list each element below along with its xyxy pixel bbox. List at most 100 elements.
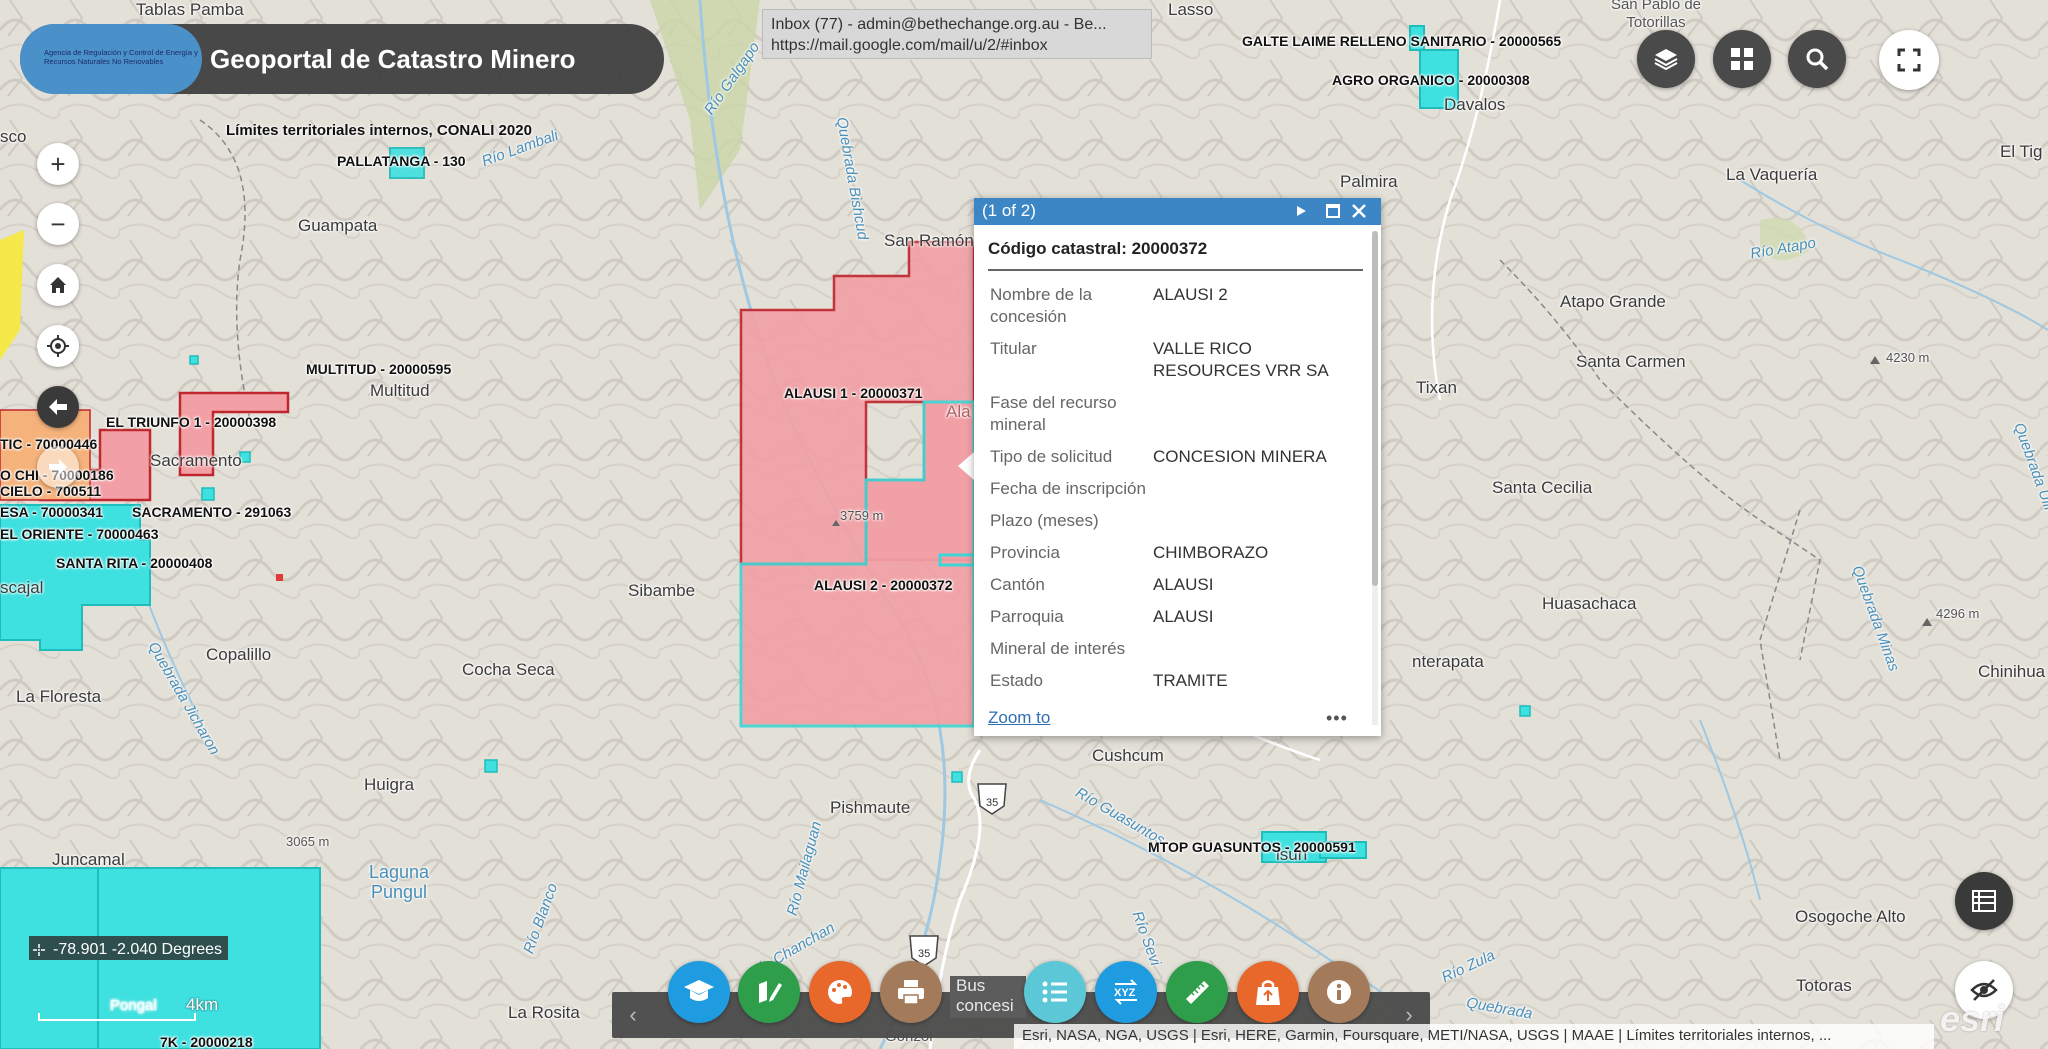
maximize-button[interactable] (1322, 200, 1344, 222)
place-label: scajal (0, 578, 44, 597)
table-icon (1972, 890, 1996, 912)
list-tool-button[interactable] (1024, 961, 1086, 1023)
attribute-value: ALAUSI (1153, 575, 1214, 594)
more-actions-button[interactable]: ••• (1326, 708, 1348, 729)
place-label: Santa Cecilia (1492, 478, 1593, 497)
place-label: San Pablo de Totorillas (1610, 0, 1702, 31)
measure-tool-button[interactable] (1166, 961, 1228, 1023)
print-tool-button[interactable] (880, 961, 942, 1023)
place-label: sco (0, 127, 27, 146)
concession-label: ESA - 70000341 (0, 504, 103, 520)
attribute-table-button[interactable] (1955, 872, 2013, 930)
attribute-key: Parroquia (990, 607, 1064, 626)
concession-label: GALTE LAIME RELLENO SANITARIO - 20000565 (1242, 33, 1562, 49)
attribute-key: Tipo de solicitud (990, 447, 1113, 466)
info-icon (1327, 980, 1351, 1004)
attribute-value (1153, 387, 1363, 441)
close-popup-button[interactable] (1348, 200, 1370, 222)
attribute-key: Nombre de la concesión (990, 285, 1093, 326)
svg-text:XYZ: XYZ (1114, 987, 1136, 999)
search-concession-broken-image[interactable]: Bus concesi (950, 976, 1026, 1018)
elevation-label: 4296 m (1936, 606, 1980, 621)
xyz-coordinates-icon: XYZ (1114, 979, 1138, 1005)
place-label: Chinihua (1978, 662, 2046, 681)
attribute-key: Cantón (990, 575, 1045, 594)
agency-logo[interactable]: Agencia de Regulación y Control de Energ… (20, 24, 202, 94)
bag-export-icon (1256, 980, 1280, 1005)
attribute-row: Estado TRAMITE (990, 665, 1369, 697)
back-extent-button[interactable] (37, 386, 79, 428)
esri-logo: esri (1940, 998, 2005, 1039)
concession-label: ALAUSI 2 - 20000372 (814, 577, 953, 593)
next-feature-button[interactable] (1290, 200, 1312, 222)
place-label: Sacramento (150, 451, 242, 470)
attribute-value (1153, 505, 1363, 537)
place-label: Palmira (1340, 172, 1398, 191)
style-tool-button[interactable] (809, 961, 871, 1023)
export-tool-button[interactable] (1237, 961, 1299, 1023)
place-label: La Floresta (16, 687, 102, 706)
attribute-key: Fase del recurso mineral (990, 393, 1117, 434)
place-label: Huigra (364, 775, 415, 794)
search-button[interactable] (1788, 30, 1846, 88)
layers-button[interactable] (1637, 30, 1695, 88)
attribute-key: Fecha de inscripción (990, 479, 1146, 498)
attribute-value (1153, 633, 1363, 665)
education-tool-button[interactable] (668, 961, 730, 1023)
fullscreen-button[interactable] (1879, 30, 1939, 90)
layer-title: Límites territoriales internos, CONALI 2… (226, 122, 532, 139)
attribute-row: Nombre de la concesión ALAUSI 2 (990, 279, 1369, 333)
place-label: El Tig (2000, 142, 2043, 161)
elevation-label: 3065 m (286, 834, 330, 849)
place-label: La Rosita (508, 1003, 580, 1022)
coordinate-display[interactable]: -78.901 -2.040 Degrees (29, 936, 228, 960)
basemap-gallery-button[interactable] (1713, 30, 1771, 88)
minus-icon: − (50, 208, 66, 239)
zoom-out-button[interactable]: − (37, 203, 79, 245)
tooltip-line: Inbox (77) - admin@bethechange.org.au - … (771, 16, 1107, 33)
attribute-value: CHIMBORAZO (1153, 543, 1269, 562)
xyz-tool-button[interactable]: XYZ (1095, 961, 1157, 1023)
place-label: Osogoche Alto (1795, 907, 1906, 926)
home-button[interactable] (37, 264, 79, 306)
place-label: Multitud (370, 381, 430, 400)
place-label: Sibambe (628, 581, 696, 600)
concession-label: PALLATANGA - 130 (337, 153, 466, 169)
place-label: Tablas Pamba (136, 0, 244, 19)
arrow-right-icon (49, 459, 67, 475)
attribute-value: CONCESION MINERA (1153, 447, 1327, 466)
home-icon (50, 277, 66, 293)
place-label: Davalos (1444, 95, 1506, 114)
fullscreen-icon (1897, 48, 1921, 72)
concession-label: ALAUSI 1 - 20000371 (784, 385, 923, 401)
grid-icon (1731, 48, 1753, 70)
attribute-key: Provincia (990, 543, 1060, 562)
info-tool-button[interactable] (1308, 961, 1370, 1023)
edit-tool-button[interactable] (738, 961, 800, 1023)
popup-footer: Zoom to ••• (974, 708, 1369, 736)
popup-scrollbar-thumb[interactable] (1372, 231, 1378, 586)
attribute-key: Estado (990, 671, 1043, 690)
zoom-to-link[interactable]: Zoom to (988, 708, 1050, 728)
layers-icon (1654, 49, 1678, 71)
place-label: Guampata (298, 216, 378, 235)
place-label: Atapo Grande (1560, 292, 1666, 311)
place-label: Juncamal (52, 850, 125, 869)
scale-label: 4km (186, 995, 219, 1014)
popup-pointer (958, 452, 974, 480)
attribute-row: Mineral de interés (990, 633, 1369, 665)
attribute-row: Fecha de inscripción (990, 473, 1369, 505)
palette-icon (828, 980, 852, 1004)
locate-button[interactable] (37, 325, 79, 367)
place-label: Lasso (1168, 0, 1214, 19)
attribute-row: Titular VALLE RICO RESOURCES VRR SA (990, 333, 1369, 387)
map-attribution[interactable]: Esri, NASA, NGA, USGS | Esri, HERE, Garm… (1014, 1024, 1934, 1049)
app-title: Geoportal de Catastro Minero (210, 44, 576, 74)
logo-text: Agencia de Regulación y Control de Energ… (44, 48, 198, 66)
toolbar-prev-button[interactable]: ‹ (612, 992, 654, 1038)
forward-extent-button[interactable] (37, 446, 79, 488)
graduation-cap-icon (684, 980, 714, 1001)
zoom-in-button[interactable]: + (37, 143, 79, 185)
popup-content[interactable]: Código catastral: 20000372 Nombre de la … (974, 225, 1369, 905)
map-edit-icon (759, 981, 782, 1003)
